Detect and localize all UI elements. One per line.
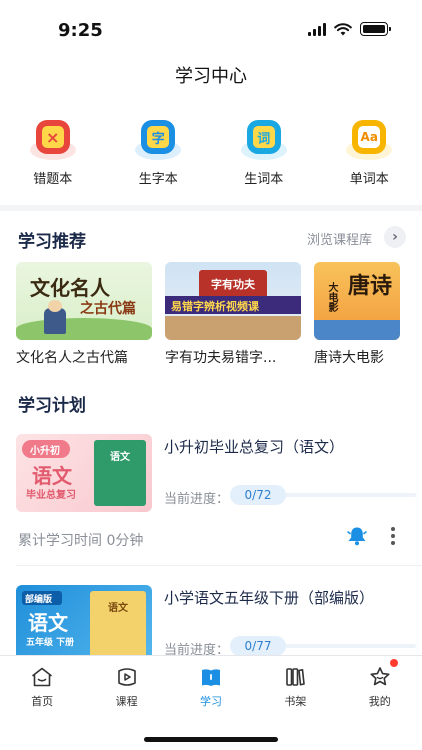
plan-thumbnail: 小升初 语文 毕业总复习 语文 xyxy=(16,434,152,512)
home-indicator xyxy=(144,737,278,742)
progress-value: 0/72 xyxy=(230,485,286,505)
tab-label: 书架 xyxy=(284,695,307,708)
tool-label: 错题本 xyxy=(33,172,73,187)
bookshelf-icon xyxy=(286,668,306,686)
row-divider xyxy=(16,565,422,566)
battery-icon xyxy=(360,22,391,36)
more-options-icon[interactable] xyxy=(386,525,400,547)
plan-title: 学习计划 xyxy=(18,396,86,416)
course-thumbnail: 文化名人 之古代篇 xyxy=(16,262,152,340)
study-book-icon xyxy=(201,669,220,686)
recommend-card[interactable]: 唐诗 大电影 唐诗大电影 xyxy=(314,262,400,367)
status-time: 9:25 xyxy=(58,20,103,41)
vocabulary-book-icon: Aa xyxy=(352,120,387,154)
bell-icon[interactable] xyxy=(346,526,368,546)
chevron-right-icon[interactable]: › xyxy=(384,226,406,248)
tool-label: 生字本 xyxy=(138,172,178,187)
tab-bookshelf[interactable]: 书架 xyxy=(253,656,337,716)
recommend-title: 学习推荐 xyxy=(18,232,86,252)
notification-badge xyxy=(389,659,398,667)
new-character-book-icon: 字 xyxy=(141,120,176,154)
quick-tools: × 错题本 字 生字本 词 生词本 Aa 单词本 xyxy=(0,114,422,187)
tool-new-character-book[interactable]: 字 生字本 xyxy=(106,114,212,187)
status-icons xyxy=(308,22,391,36)
tool-new-word-book[interactable]: 词 生词本 xyxy=(211,114,317,187)
tab-bar: 首页 课程 学习 书架 我的 xyxy=(0,655,422,750)
tab-home[interactable]: 首页 xyxy=(0,656,84,716)
tab-profile[interactable]: 我的 xyxy=(338,656,422,716)
recommend-card[interactable]: 文化名人 之古代篇 文化名人之古代篇 xyxy=(16,262,152,367)
progress-label: 当前进度： xyxy=(164,492,230,507)
home-icon xyxy=(32,667,52,687)
plan-item[interactable]: 部编版 语文 五年级 下册 语文 小学语文五年级下册（部编版） 当前进度： 0/… xyxy=(16,585,422,665)
course-thumbnail: 字有功夫 易错字辨析视频课 xyxy=(165,262,301,340)
wrong-answer-book-icon: × xyxy=(35,120,70,154)
plan-item-title: 小学语文五年级下册（部编版） xyxy=(164,589,375,607)
tab-label: 我的 xyxy=(368,695,391,708)
tab-course[interactable]: 课程 xyxy=(84,656,168,716)
study-time-total: 累计学习时间 0分钟 xyxy=(18,533,144,549)
progress-value: 0/77 xyxy=(230,636,286,656)
status-bar: 9:25 xyxy=(0,0,422,52)
tab-study[interactable]: 学习 xyxy=(169,656,253,716)
profile-star-icon xyxy=(370,667,390,686)
plan-thumbnail: 部编版 语文 五年级 下册 语文 xyxy=(16,585,152,663)
recommend-card-title: 字有功夫易错字... xyxy=(165,350,277,366)
tab-label: 学习 xyxy=(199,695,222,708)
recommend-list: 文化名人 之古代篇 文化名人之古代篇 字有功夫 易错字辨析视频课 字有功夫易错字… xyxy=(16,262,422,367)
tab-label: 课程 xyxy=(115,695,138,708)
course-play-icon xyxy=(117,668,136,686)
plan-item-title: 小升初毕业总复习（语文） xyxy=(164,438,345,456)
page-title: 学习中心 xyxy=(175,66,247,87)
tool-label: 生词本 xyxy=(244,172,284,187)
tool-label: 单词本 xyxy=(349,172,389,187)
recommend-card[interactable]: 字有功夫 易错字辨析视频课 字有功夫易错字... xyxy=(165,262,301,367)
recommend-card-title: 文化名人之古代篇 xyxy=(16,350,128,366)
tool-vocabulary-book[interactable]: Aa 单词本 xyxy=(317,114,422,187)
course-thumbnail: 唐诗 大电影 xyxy=(314,262,400,340)
wifi-icon xyxy=(334,22,352,35)
browse-course-library-link[interactable]: 浏览课程库 xyxy=(307,229,372,248)
cellular-signal-icon xyxy=(308,22,326,36)
tab-label: 首页 xyxy=(31,695,54,708)
section-divider xyxy=(0,205,422,211)
plan-item[interactable]: 小升初 语文 毕业总复习 语文 小升初毕业总复习（语文） 当前进度： 0/72 xyxy=(16,434,422,514)
new-word-book-icon: 词 xyxy=(246,120,281,154)
recommend-card-title: 唐诗大电影 xyxy=(314,350,384,366)
tool-wrong-answer-book[interactable]: × 错题本 xyxy=(0,114,106,187)
